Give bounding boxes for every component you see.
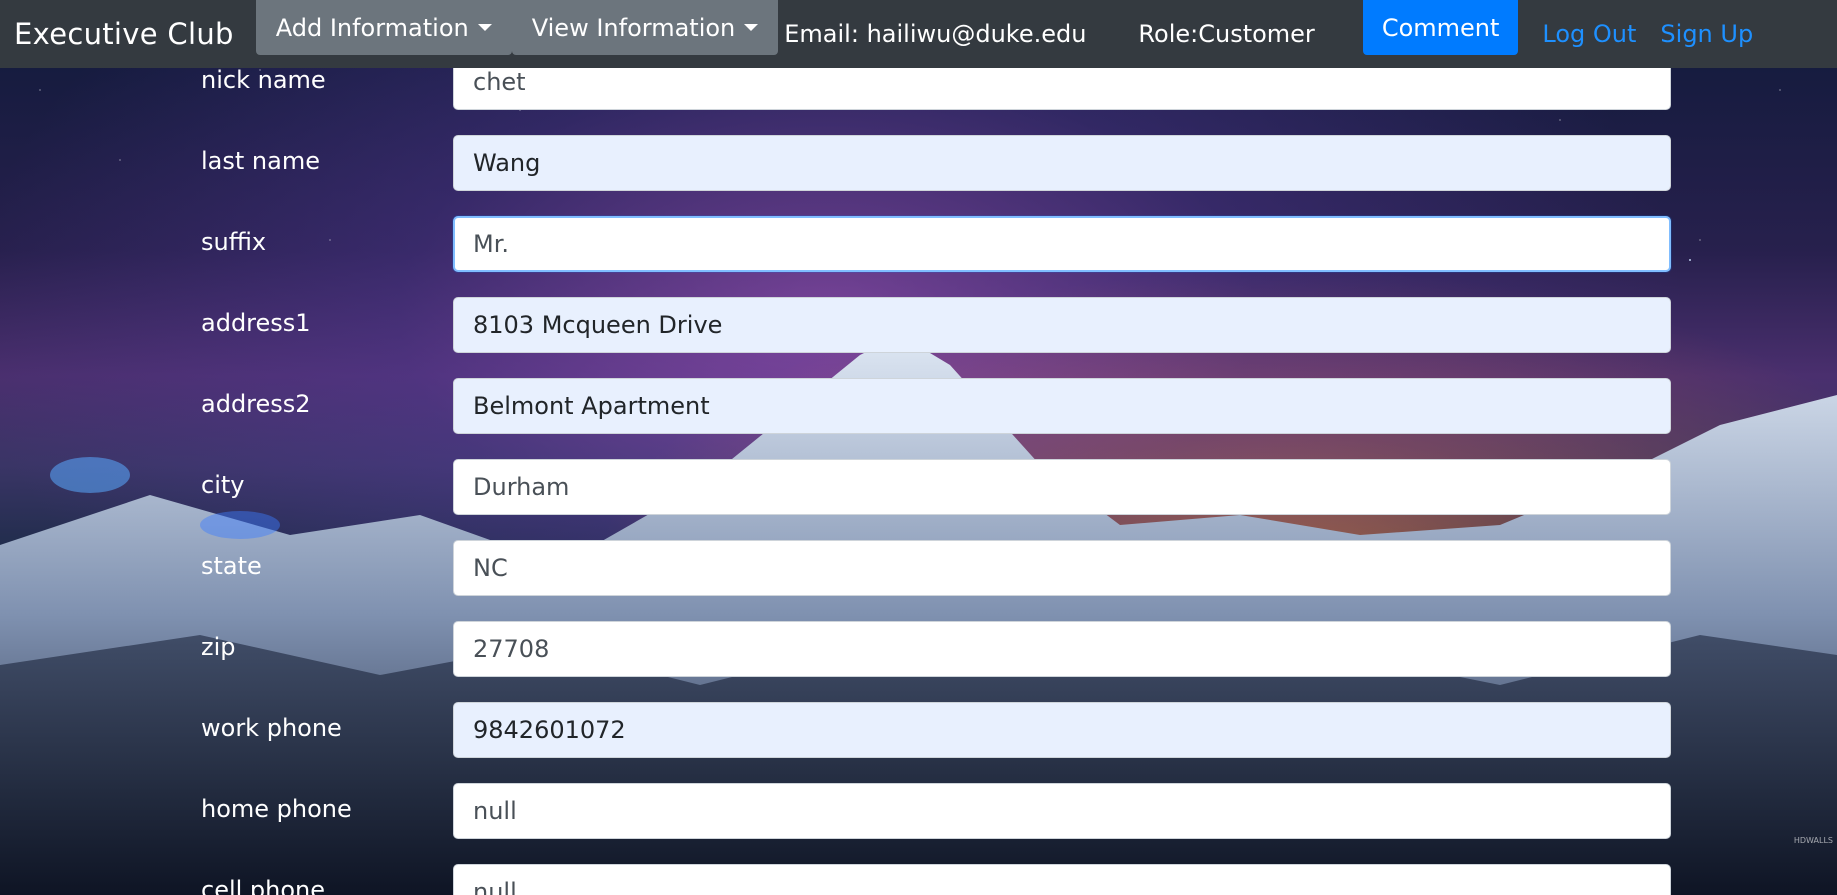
suffix-label: suffix [201, 228, 267, 256]
state-label: state [201, 552, 262, 580]
address2-input[interactable] [453, 378, 1671, 434]
form-row-address1: address1 [0, 297, 1837, 353]
nick-name-label: nick name [201, 66, 326, 94]
address1-input[interactable] [453, 297, 1671, 353]
zip-input[interactable] [453, 621, 1671, 677]
profile-form: nick name last name suffix address1 addr… [0, 0, 1837, 895]
caret-down-icon [477, 24, 492, 31]
form-row-home-phone: home phone [0, 783, 1837, 839]
home-phone-label: home phone [201, 795, 352, 823]
state-input[interactable] [453, 540, 1671, 596]
caret-down-icon [744, 24, 759, 31]
form-row-suffix: suffix [0, 216, 1837, 272]
city-label: city [201, 471, 245, 499]
comment-button[interactable]: Comment [1362, 0, 1519, 55]
form-row-state: state [0, 540, 1837, 596]
top-navbar: Executive Club Add Information View Info… [0, 0, 1837, 68]
user-role: Role:Customer [1138, 20, 1315, 48]
form-row-zip: zip [0, 621, 1837, 677]
home-phone-input[interactable] [453, 783, 1671, 839]
city-input[interactable] [453, 459, 1671, 515]
brand-title[interactable]: Executive Club [14, 17, 234, 51]
log-out-link[interactable]: Log Out [1542, 20, 1636, 48]
form-row-work-phone: work phone [0, 702, 1837, 758]
view-information-label: View Information [531, 13, 736, 42]
zip-label: zip [201, 633, 236, 661]
view-information-dropdown[interactable]: View Information [511, 0, 779, 55]
last-name-input[interactable] [453, 135, 1671, 191]
form-row-address2: address2 [0, 378, 1837, 434]
cell-phone-input[interactable] [453, 864, 1671, 895]
suffix-input[interactable] [453, 216, 1671, 272]
address1-label: address1 [201, 309, 311, 337]
work-phone-input[interactable] [453, 702, 1671, 758]
address2-label: address2 [201, 390, 311, 418]
user-email: Email: hailiwu@duke.edu [784, 20, 1087, 48]
form-row-cell-phone: cell phone [0, 864, 1837, 895]
add-information-dropdown[interactable]: Add Information [255, 0, 512, 55]
add-information-label: Add Information [275, 13, 469, 42]
last-name-label: last name [201, 147, 320, 175]
cell-phone-label: cell phone [201, 876, 326, 895]
form-row-last-name: last name [0, 135, 1837, 191]
work-phone-label: work phone [201, 714, 342, 742]
sign-up-link[interactable]: Sign Up [1660, 20, 1753, 48]
form-row-city: city [0, 459, 1837, 515]
